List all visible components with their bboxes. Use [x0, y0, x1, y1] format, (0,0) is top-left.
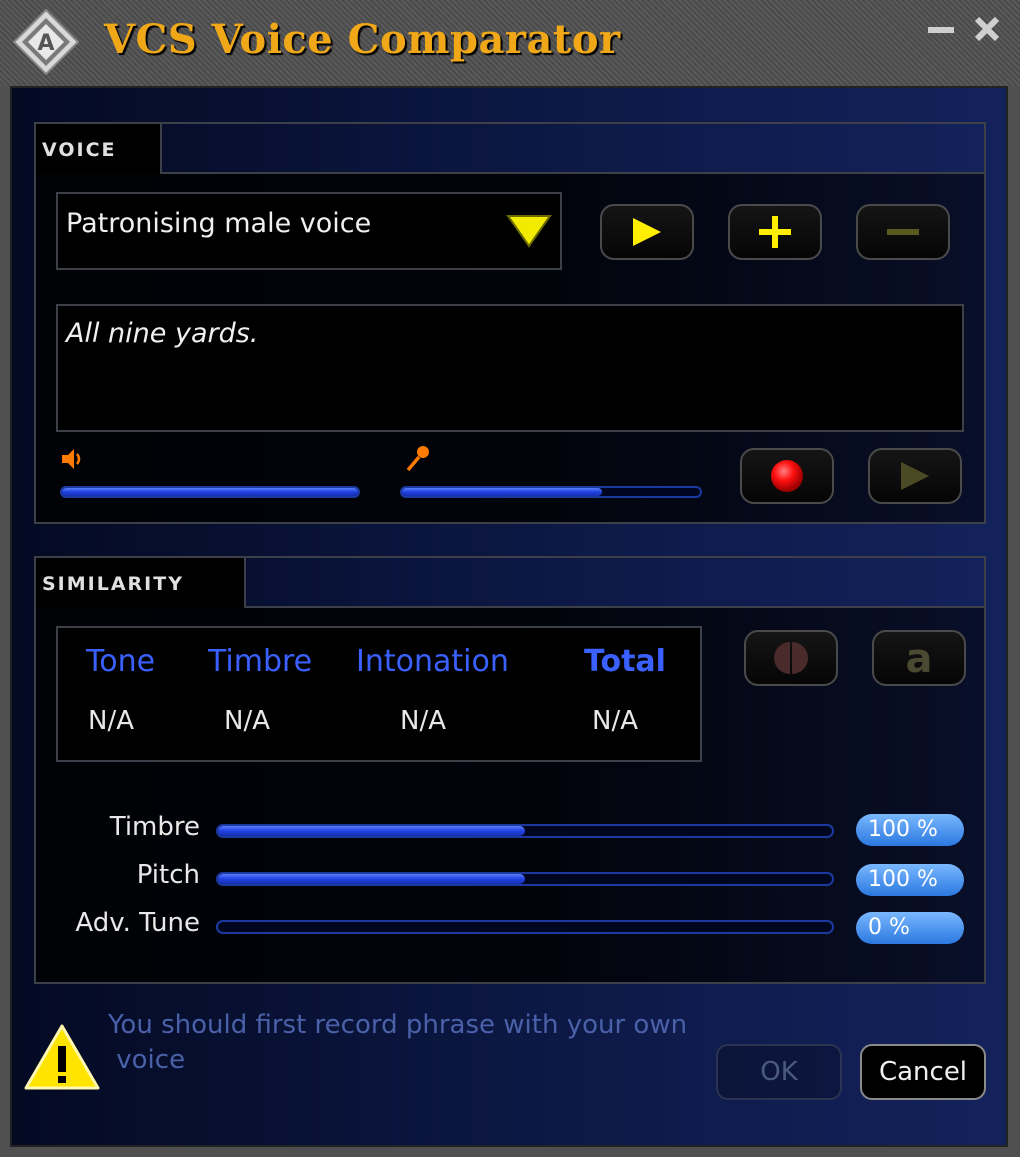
metrics-box: Tone Timbre Intonation Total N/A N/A N/A… — [56, 626, 702, 762]
mic-volume-fill — [402, 488, 602, 496]
minus-icon — [887, 229, 919, 235]
similarity-tab-frame — [244, 556, 986, 608]
pitch-slider[interactable] — [216, 872, 834, 886]
warning-icon — [24, 1024, 100, 1090]
analyze-button[interactable]: a — [872, 630, 966, 686]
metric-intonation-value: N/A — [400, 706, 446, 736]
record-button[interactable] — [740, 448, 834, 504]
metric-intonation-label: Intonation — [356, 644, 509, 679]
mic-volume-slider[interactable] — [400, 486, 702, 498]
speaker-volume-fill — [62, 488, 358, 496]
cancel-button[interactable]: Cancel — [860, 1044, 986, 1100]
timbre-slider[interactable] — [216, 824, 834, 838]
play-icon — [633, 218, 661, 246]
ok-button[interactable]: OK — [716, 1044, 842, 1100]
title-bar[interactable]: A VCS Voice Comparator — [0, 0, 1020, 86]
metric-timbre-value: N/A — [224, 706, 270, 736]
pitch-slider-fill — [218, 874, 525, 884]
adv-tune-slider[interactable] — [216, 920, 834, 934]
metric-total-value: N/A — [592, 706, 638, 736]
record-icon — [771, 460, 803, 492]
adv-tune-percent-badge: 0 % — [856, 912, 964, 944]
warning-message: You should first record phrase with your… — [108, 1010, 688, 1075]
svg-text:a: a — [906, 638, 933, 678]
timbre-slider-fill — [218, 826, 525, 836]
microphone-icon — [406, 446, 429, 472]
compare-button[interactable] — [744, 630, 838, 686]
voice-tab-frame — [160, 122, 986, 174]
voice-section-label: VOICE — [34, 122, 162, 174]
svg-text:A: A — [37, 31, 54, 56]
play-recording-button[interactable] — [868, 448, 962, 504]
app-logo-icon: A — [12, 8, 80, 76]
pitch-slider-label: Pitch — [136, 860, 200, 890]
minimize-icon[interactable] — [924, 12, 958, 46]
phrase-text: All nine yards. — [66, 318, 259, 349]
metric-tone-value: N/A — [88, 706, 134, 736]
remove-voice-button[interactable] — [856, 204, 950, 260]
compare-icon — [774, 642, 808, 674]
timbre-slider-label: Timbre — [109, 812, 200, 842]
close-icon[interactable] — [970, 12, 1004, 46]
letter-a-icon: a — [906, 638, 933, 678]
app-window: A VCS Voice Comparator VOICE Patronising… — [0, 0, 1020, 1157]
adv-tune-slider-label: Adv. Tune — [75, 908, 200, 938]
metric-tone-label: Tone — [86, 644, 156, 679]
metric-timbre-label: Timbre — [208, 644, 313, 679]
phrase-textarea[interactable]: All nine yards. — [56, 304, 964, 432]
window-title: VCS Voice Comparator — [104, 16, 621, 63]
metric-total-label: Total — [584, 644, 666, 679]
voice-select-value: Patronising male voice — [66, 208, 372, 239]
plus-icon — [759, 216, 791, 248]
dropdown-arrow-icon[interactable] — [506, 212, 552, 250]
similarity-section-label: SIMILARITY — [34, 556, 246, 608]
speaker-volume-slider[interactable] — [60, 486, 360, 498]
voice-select[interactable]: Patronising male voice — [56, 192, 562, 270]
add-voice-button[interactable] — [728, 204, 822, 260]
play-voice-button[interactable] — [600, 204, 694, 260]
speaker-icon — [62, 449, 81, 469]
play-icon — [901, 462, 929, 490]
pitch-percent-badge: 100 % — [856, 864, 964, 896]
timbre-percent-badge: 100 % — [856, 814, 964, 846]
client-area: VOICE Patronising male voice All nine ya… — [10, 86, 1008, 1147]
